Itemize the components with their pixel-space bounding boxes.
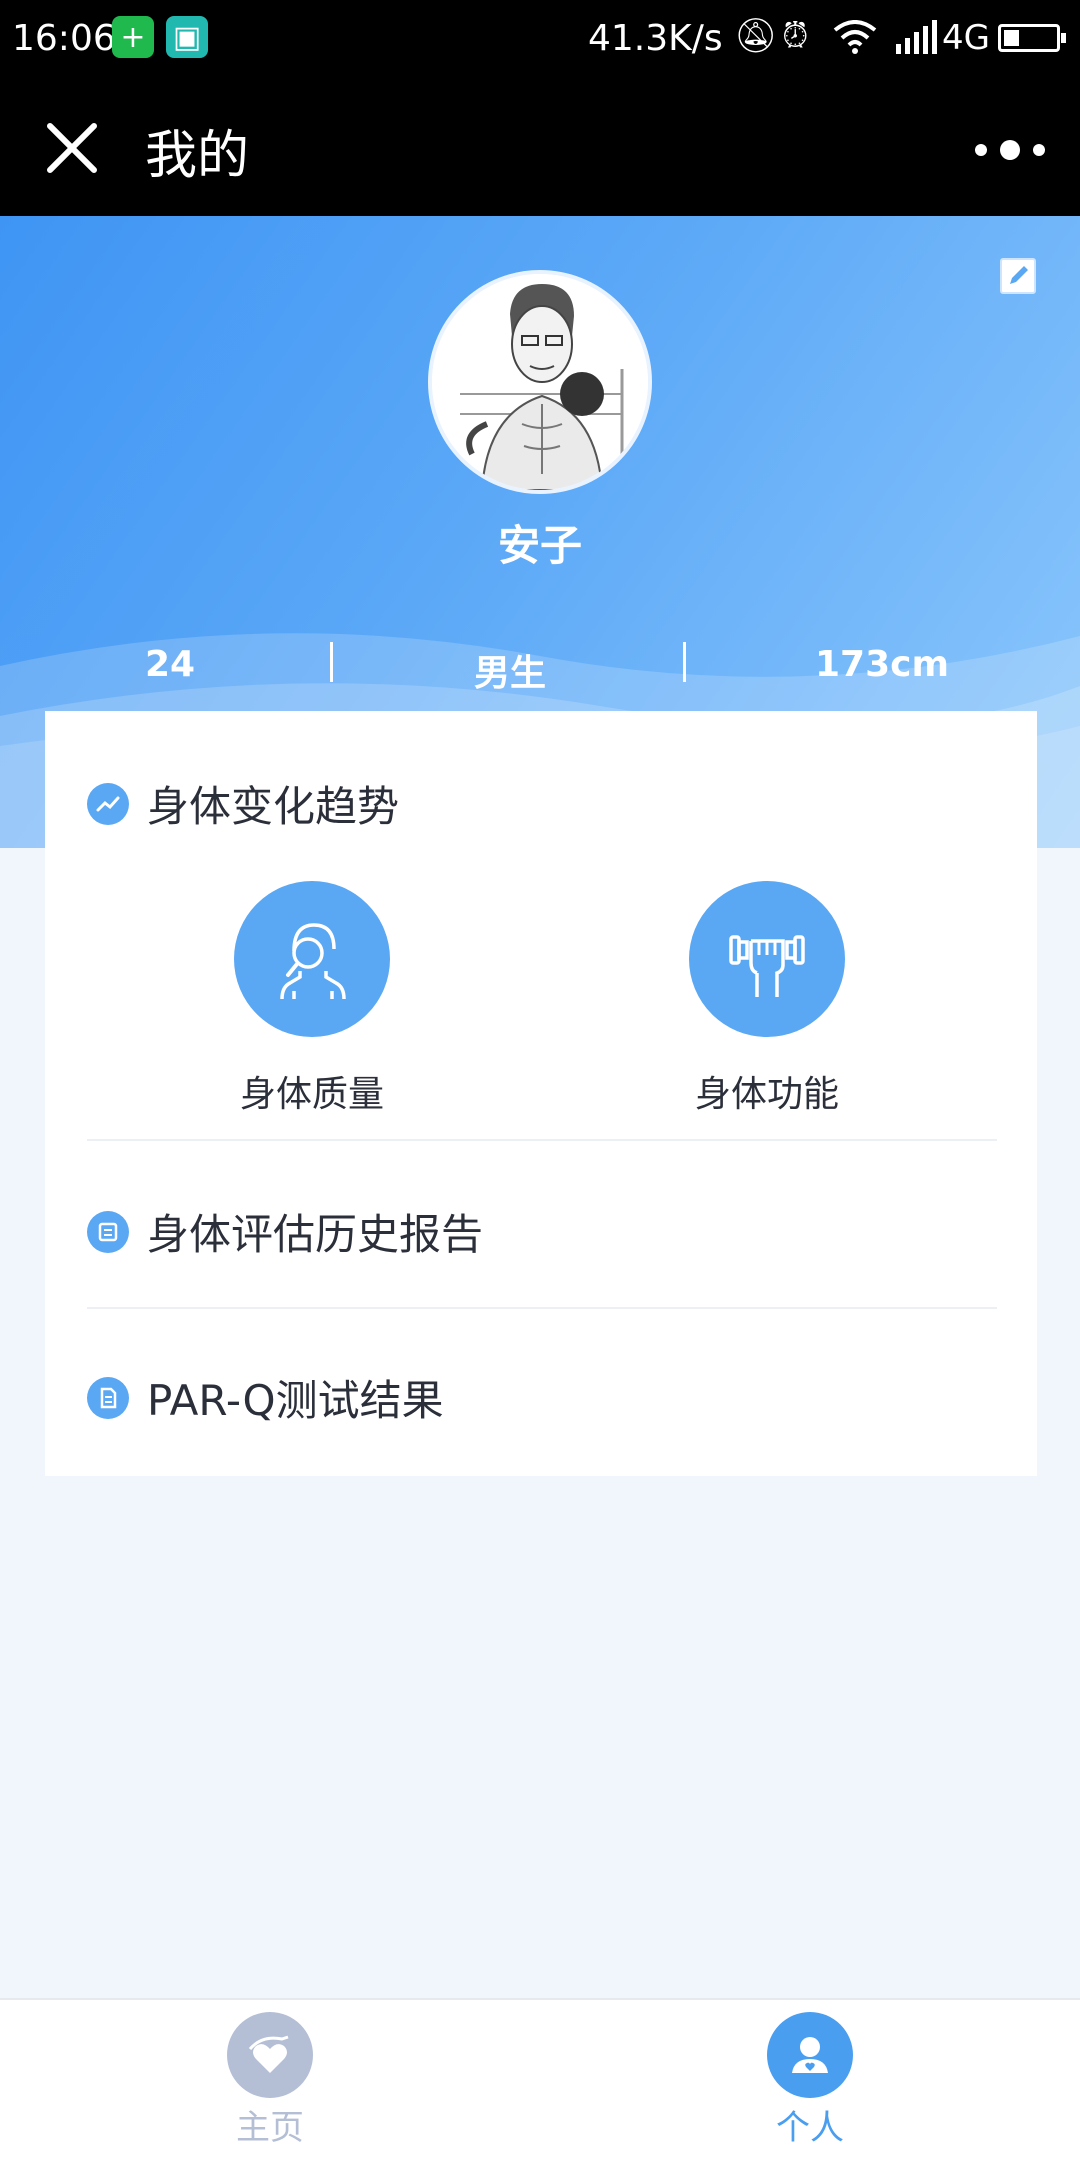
nav-personal[interactable]: 个人 <box>710 2012 910 2149</box>
stats-divider <box>330 642 333 682</box>
bottom-nav: 主页 个人 <box>0 1998 1080 2162</box>
nav-personal-label: 个人 <box>776 2108 844 2148</box>
more-icon[interactable] <box>975 130 1045 170</box>
heart-hand-icon <box>227 2012 313 2098</box>
network-speed: 41.3K/s <box>588 18 723 59</box>
body-scan-icon <box>234 881 390 1037</box>
body-function-label: 身体功能 <box>694 1074 839 1115</box>
avatar[interactable] <box>428 270 652 494</box>
green-app-icon: + <box>112 16 154 58</box>
network-type: 4G <box>942 18 990 58</box>
bell-muted-icon: 🔕︎ <box>734 16 778 56</box>
status-bar: 16:06 + ▣ 41.3K/s 🔕︎ ⏰︎ 4G <box>0 0 1080 78</box>
body-quality-label: 身体质量 <box>239 1074 384 1115</box>
gender-value: 男生 <box>473 653 546 694</box>
page-title: 我的 <box>145 126 250 186</box>
trend-icon <box>87 782 129 825</box>
height-value: 173cm <box>815 644 949 685</box>
person-icon <box>767 2012 853 2098</box>
body-card: 身体变化趋势 身体质量 身体功能 身体评估历史报告 PAR-Q测试结果 <box>45 711 1037 1476</box>
signal-icon <box>896 20 937 54</box>
divider <box>87 1307 997 1309</box>
trend-section-header[interactable]: 身体变化趋势 <box>87 773 399 834</box>
battery-level <box>1004 30 1019 46</box>
alarm-icon: ⏰︎ <box>782 16 809 56</box>
trend-label: 身体变化趋势 <box>147 782 400 831</box>
parq-result-item[interactable]: PAR-Q测试结果 <box>87 1367 444 1428</box>
nav-home-label: 主页 <box>236 2108 304 2148</box>
close-icon[interactable] <box>40 116 104 180</box>
stats-divider <box>683 642 686 682</box>
body-function-button[interactable]: 身体功能 <box>637 881 897 1117</box>
title-bar: 我的 <box>0 78 1080 216</box>
parq-result-label: PAR-Q测试结果 <box>147 1376 444 1425</box>
age-value: 24 <box>144 644 196 685</box>
body-quality-button[interactable]: 身体质量 <box>182 881 442 1117</box>
battery-icon <box>998 24 1066 52</box>
profile-stats: 24 男生 173cm <box>0 636 1080 696</box>
scan-app-icon: ▣ <box>166 16 208 58</box>
divider <box>87 1139 997 1141</box>
dumbbell-icon <box>689 881 845 1037</box>
username: 安子 <box>497 521 582 570</box>
edit-icon[interactable] <box>1000 258 1036 294</box>
document-icon <box>87 1376 129 1419</box>
history-report-label: 身体评估历史报告 <box>147 1210 484 1259</box>
history-report-item[interactable]: 身体评估历史报告 <box>87 1201 483 1262</box>
wifi-icon <box>833 20 877 54</box>
report-icon <box>87 1210 129 1253</box>
nav-home[interactable]: 主页 <box>170 2012 370 2149</box>
status-time: 16:06 <box>12 18 116 59</box>
